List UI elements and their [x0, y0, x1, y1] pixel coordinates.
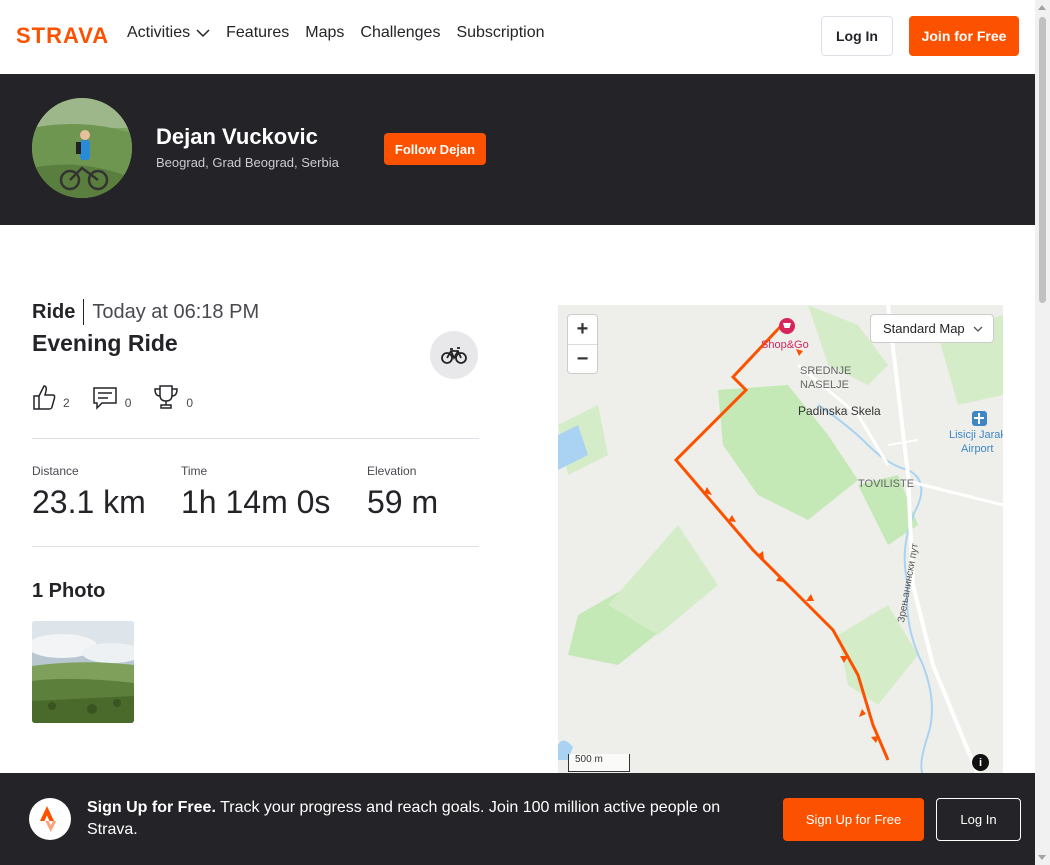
zoom-in-button[interactable]: + [568, 315, 597, 344]
nav-challenges[interactable]: Challenges [360, 24, 440, 42]
activity-type: Ride [32, 300, 76, 323]
login-button[interactable]: Log In [821, 16, 893, 56]
nav-links: Activities Features Maps Challenges Subs… [127, 24, 545, 42]
info-icon[interactable]: i [972, 754, 989, 771]
map-label-airport: Lisicji Jarak [949, 429, 1003, 441]
photos-title: 1 Photo [32, 580, 106, 602]
stat-value: 23.1 km [32, 484, 146, 520]
divider [32, 438, 479, 439]
comment-icon [92, 387, 117, 410]
avatar[interactable] [32, 98, 132, 198]
banner-text: Sign Up for Free. Track your progress an… [87, 797, 757, 841]
map-label-naselje: NASELJE [800, 379, 849, 391]
route-map[interactable]: Shop&Go SREDNJE NASELJE Padinska Skela L… [558, 305, 1003, 775]
stat-elevation: Elevation 59 m [367, 464, 438, 521]
follow-button[interactable]: Follow Dejan [384, 133, 486, 165]
strava-logo-icon [29, 798, 71, 840]
nav-activities[interactable]: Activities [127, 24, 210, 42]
map-label-padinska: Padinska Skela [798, 404, 881, 418]
map-scale: 500 m [568, 754, 630, 772]
kudos-count: 2 [63, 396, 70, 410]
banner-login-button[interactable]: Log In [936, 798, 1021, 841]
athlete-name[interactable]: Dejan Vuckovic [156, 124, 318, 150]
scroll-up-arrow-icon[interactable] [1038, 5, 1046, 10]
map-label-airport-2: Airport [961, 443, 993, 455]
map-style-select[interactable]: Standard Map [870, 314, 994, 343]
stat-distance: Distance 23.1 km [32, 464, 146, 521]
stat-label: Time [181, 464, 208, 478]
map-label-shop: Shop&Go [761, 339, 809, 351]
social-stats: 2 0 0 [32, 384, 193, 410]
thumbs-up-icon [33, 385, 56, 410]
scroll-thumb[interactable] [1039, 17, 1046, 303]
comments-count: 0 [124, 396, 132, 410]
zoom-controls: + − [567, 314, 598, 374]
kudos[interactable]: 2 [32, 384, 70, 410]
scroll-down-arrow-icon[interactable] [1038, 855, 1046, 860]
trophy-icon [154, 385, 179, 409]
athlete-header: Dejan Vuckovic Beograd, Grad Beograd, Se… [0, 74, 1035, 225]
scrollbar[interactable] [1035, 0, 1050, 865]
stat-time: Time 1h 14m 0s [181, 464, 330, 521]
nav-activities-label: Activities [127, 24, 191, 41]
strava-logo[interactable]: STRAVA [16, 23, 111, 51]
map-style-label: Standard Map [883, 321, 965, 336]
achievements-count: 0 [186, 396, 194, 410]
map-label-srednje: SREDNJE [800, 365, 851, 377]
top-nav: STRAVA Activities Features Maps Challeng… [0, 0, 1035, 74]
nav-features[interactable]: Features [226, 24, 289, 42]
map-canvas[interactable]: Shop&Go SREDNJE NASELJE Padinska Skela L… [558, 305, 1003, 775]
nav-maps[interactable]: Maps [305, 24, 344, 42]
activity-title: Evening Ride [32, 330, 178, 356]
achievements[interactable]: 0 [153, 384, 193, 410]
divider [83, 299, 85, 325]
activity-time: Today at 06:18 PM [92, 300, 260, 323]
zoom-out-button[interactable]: − [568, 345, 597, 374]
divider [32, 546, 479, 547]
stat-value: 1h 14m 0s [181, 484, 331, 520]
stat-value: 59 m [367, 484, 439, 520]
bike-icon [430, 331, 478, 379]
activity-photo[interactable] [32, 621, 134, 723]
nav-subscription[interactable]: Subscription [456, 24, 544, 42]
banner-title: Sign Up for Free. [87, 799, 216, 816]
map-label-toviliste: TOVILISTE [858, 478, 914, 490]
logo-text: STRAVA [16, 24, 109, 46]
athlete-location: Beograd, Grad Beograd, Serbia [156, 155, 339, 170]
stat-label: Distance [32, 464, 79, 478]
chevron-down-icon [973, 326, 983, 332]
join-button[interactable]: Join for Free [909, 16, 1019, 56]
activity-meta: Ride Today at 06:18 PM [32, 299, 259, 325]
signup-banner: Sign Up for Free. Track your progress an… [0, 773, 1035, 865]
stat-label: Elevation [367, 464, 417, 478]
chevron-down-icon [196, 29, 210, 38]
comments[interactable]: 0 [92, 384, 132, 410]
signup-button[interactable]: Sign Up for Free [783, 798, 924, 841]
